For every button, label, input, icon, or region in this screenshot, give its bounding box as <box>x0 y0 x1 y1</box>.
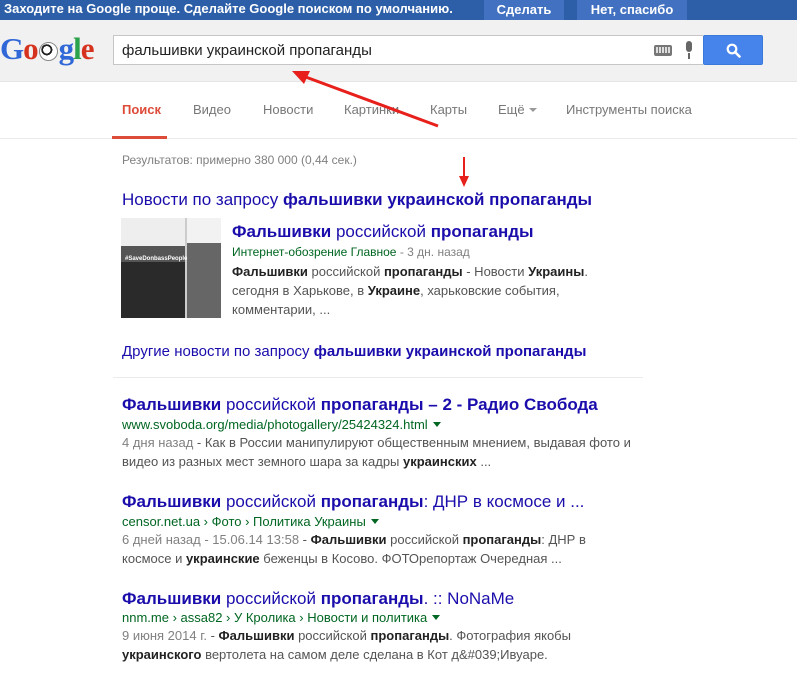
default-search-promo-bar: Заходите на Google проще. Сделайте Googl… <box>0 0 797 20</box>
tab-more-label: Ещё <box>498 102 525 117</box>
tab-more[interactable]: Ещё <box>498 102 537 117</box>
search-button[interactable] <box>703 35 763 65</box>
chevron-down-icon[interactable] <box>432 615 441 620</box>
google-logo[interactable]: Go gle <box>0 31 94 67</box>
search-icon <box>726 43 741 58</box>
search-input[interactable] <box>122 40 642 60</box>
keyboard-icon[interactable] <box>654 45 672 56</box>
news-item-source: Интернет-обозрение Главное - 3 дн. назад <box>232 245 470 259</box>
result-snippet: 6 дней назад - 15.06.14 13:58 - Фальшивк… <box>122 532 586 566</box>
tab-images[interactable]: Картинки <box>344 102 399 117</box>
football-icon <box>38 42 58 61</box>
result-title[interactable]: Фальшивки российской пропаганды – 2 - Ра… <box>122 395 598 415</box>
make-default-button[interactable]: Сделать <box>484 0 564 20</box>
search-header: Go gle <box>0 20 797 82</box>
microphone-icon[interactable] <box>684 41 694 59</box>
divider <box>113 377 643 378</box>
no-thanks-button[interactable]: Нет, спасибо <box>577 0 687 20</box>
search-box <box>113 35 703 65</box>
result-url: censor.net.ua › Фото › Политика Украины <box>122 514 379 529</box>
result-stats: Результатов: примерно 380 000 (0,44 сек.… <box>122 153 357 167</box>
tab-search-tools[interactable]: Инструменты поиска <box>566 102 692 117</box>
thumb-caption: #SaveDonbassPeople <box>125 256 188 262</box>
promo-text: Заходите на Google проще. Сделайте Googl… <box>4 1 453 16</box>
arrow-to-news-heading <box>459 157 469 187</box>
tab-maps[interactable]: Карты <box>430 102 467 117</box>
result-title[interactable]: Фальшивки российской пропаганды: ДНР в к… <box>122 492 584 512</box>
news-item-snippet: Фальшивки российской пропаганды - Новост… <box>232 264 588 317</box>
news-block-heading[interactable]: Новости по запросу фальшивки украинской … <box>122 190 592 210</box>
search-tabs: Поиск Видео Новости Картинки Карты Ещё И… <box>0 83 797 139</box>
news-item-title[interactable]: Фальшивки российской пропаганды <box>232 222 534 242</box>
chevron-down-icon <box>528 108 537 112</box>
result-snippet: 4 дня назад - Как в России манипулируют … <box>122 435 631 469</box>
chevron-down-icon[interactable] <box>432 422 441 427</box>
result-snippet: 9 июня 2014 г. - Фальшивки российской пр… <box>122 628 571 662</box>
news-thumbnail[interactable]: #SaveDonbassPeople <box>121 218 221 318</box>
tab-news[interactable]: Новости <box>263 102 313 117</box>
result-url: nnm.me › assa82 › У Кролика › Новости и … <box>122 610 441 625</box>
chevron-down-icon[interactable] <box>370 519 379 524</box>
tab-search[interactable]: Поиск <box>122 102 161 117</box>
result-title[interactable]: Фальшивки российской пропаганды. :: NoNa… <box>122 589 514 609</box>
more-news-link[interactable]: Другие новости по запросу фальшивки укра… <box>122 343 586 360</box>
active-tab-indicator <box>112 136 167 139</box>
tab-video[interactable]: Видео <box>193 102 231 117</box>
result-url: www.svoboda.org/media/photogallery/25424… <box>122 417 441 432</box>
